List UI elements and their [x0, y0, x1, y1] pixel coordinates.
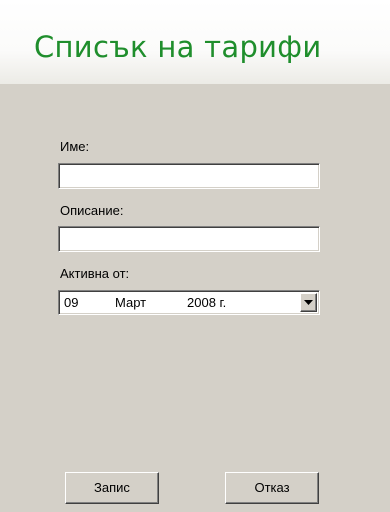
description-label: Описание: [60, 203, 124, 218]
active-from-label: Активна от: [60, 266, 130, 281]
name-input[interactable] [58, 163, 320, 189]
header-band: Списък на тарифи [0, 0, 390, 84]
date-dropdown-button[interactable] [300, 293, 317, 312]
name-label: Име: [60, 139, 90, 154]
save-button[interactable]: Запис [65, 472, 159, 504]
date-year[interactable]: 2008 г. [187, 295, 226, 310]
description-input[interactable] [58, 226, 320, 252]
cancel-button[interactable]: Отказ [225, 472, 319, 504]
active-from-date-picker[interactable]: 09 Март 2008 г. [58, 290, 320, 315]
chevron-down-icon [304, 300, 313, 305]
date-month[interactable]: Март [115, 295, 146, 310]
date-day[interactable]: 09 [64, 295, 78, 310]
page-title: Списък на тарифи [34, 30, 322, 64]
